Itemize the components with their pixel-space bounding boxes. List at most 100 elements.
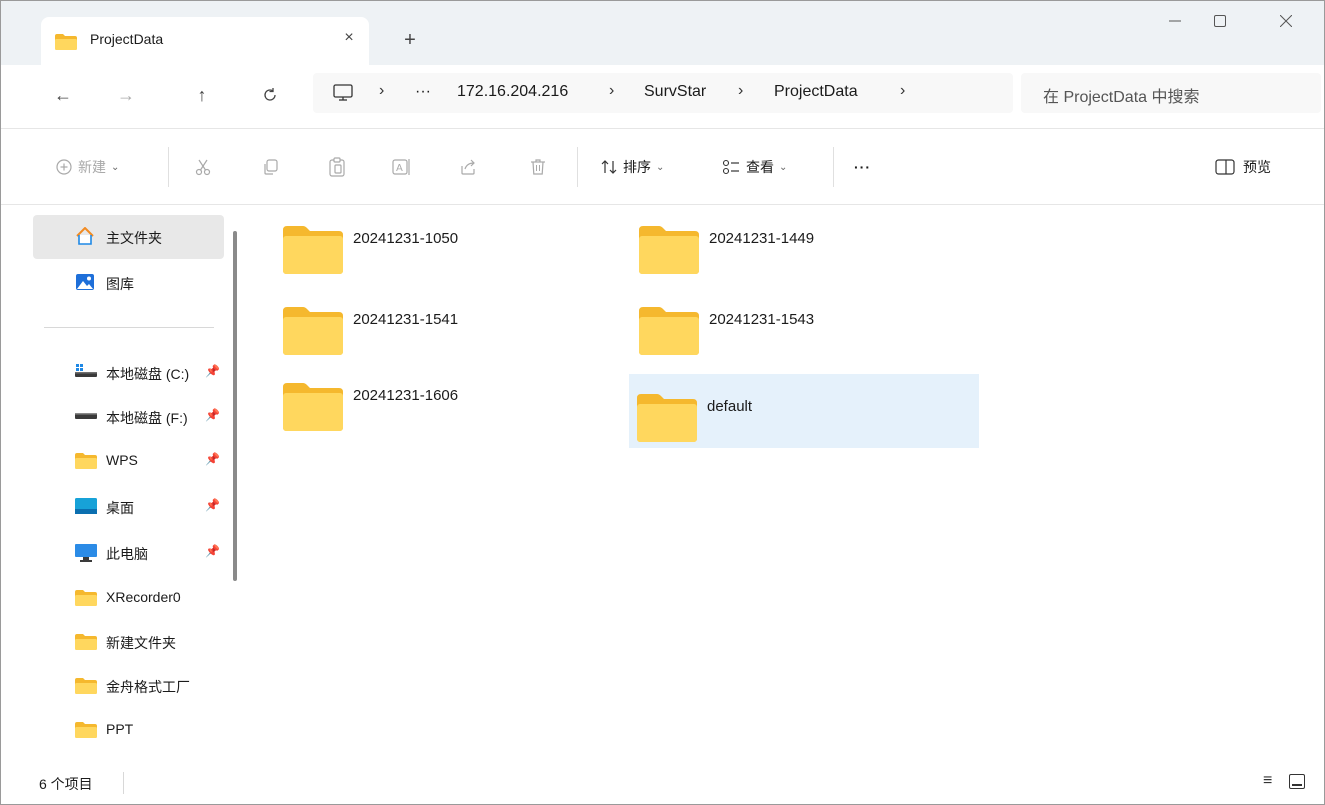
sidebar-item-drive-c[interactable]: 本地磁盘 (C:) 📌 (33, 351, 224, 395)
sidebar-scrollbar[interactable] (233, 231, 237, 581)
navigation-bar: ← → ↑ › ··· 172.16.204.216 › SurvStar › … (1, 65, 1324, 129)
navigation-pane: 主文件夹 图库 本地磁盘 (C:) 📌 本地磁盘 (F:) 📌 WPS 📌 桌面… (1, 206, 247, 766)
computer-icon (333, 84, 353, 101)
folder-item[interactable]: 20241231-1050 (247, 206, 597, 280)
command-divider (168, 147, 169, 187)
folder-name: 20241231-1050 (353, 230, 459, 247)
share-button[interactable] (459, 153, 477, 181)
sidebar-item-xrecorder0[interactable]: XRecorder0 (33, 576, 224, 620)
details-view-icon[interactable]: ≡ (1263, 772, 1272, 790)
paste-button[interactable] (328, 153, 346, 181)
view-icon (722, 159, 739, 175)
folder-item[interactable]: 20241231-1449 (603, 206, 953, 280)
folder-item-selected[interactable]: default (629, 374, 979, 448)
sidebar-item-label: 本地磁盘 (F:) (106, 410, 188, 426)
sort-icon (601, 160, 617, 174)
rename-button[interactable]: A (392, 153, 412, 181)
preview-label: 预览 (1243, 159, 1271, 175)
sidebar-item-label: 本地磁盘 (C:) (106, 366, 190, 382)
folder-icon (75, 678, 97, 694)
preview-pane-button[interactable]: 预览 (1215, 153, 1271, 181)
refresh-button[interactable] (254, 79, 286, 111)
search-input[interactable]: 在 ProjectData 中搜索 (1021, 73, 1321, 113)
folder-icon (75, 722, 97, 738)
folder-item[interactable]: 20241231-1543 (603, 287, 953, 361)
breadcrumb-host[interactable]: 172.16.204.216 (457, 83, 568, 101)
sidebar-item-desktop[interactable]: 桌面 📌 (33, 485, 224, 529)
refresh-icon (264, 88, 276, 101)
copy-icon (264, 159, 278, 175)
plus-circle-icon (56, 159, 72, 175)
folder-icon (75, 634, 97, 650)
scissors-icon (195, 159, 211, 176)
sidebar-item-wps[interactable]: WPS 📌 (33, 439, 224, 483)
desktop-icon (75, 498, 97, 514)
tab-projectdata[interactable]: ProjectData × (41, 17, 369, 65)
maximize-button[interactable] (1197, 11, 1243, 33)
folder-name: 20241231-1543 (709, 311, 815, 328)
pin-icon[interactable]: 📌 (205, 364, 220, 378)
breadcrumb-projectdata[interactable]: ProjectData (774, 83, 858, 101)
tiles-view-icon[interactable] (1289, 774, 1305, 789)
sidebar-item-label: WPS (106, 452, 138, 468)
preview-pane-icon (1215, 159, 1235, 175)
close-icon (1279, 14, 1293, 28)
sidebar-item-gallery[interactable]: 图库 (33, 261, 224, 305)
new-tab-button[interactable]: + (397, 27, 423, 53)
title-bar: ProjectData × + (1, 1, 1324, 65)
arrow-right-icon: → (117, 84, 135, 105)
folder-icon (75, 590, 97, 606)
sidebar-item-new-folder[interactable]: 新建文件夹 (33, 620, 224, 664)
sidebar-item-label: XRecorder0 (106, 589, 181, 605)
back-button[interactable]: ← (47, 79, 79, 111)
pin-icon[interactable]: 📌 (205, 544, 220, 558)
folder-item[interactable]: 20241231-1541 (247, 287, 597, 361)
up-button[interactable]: ↑ (186, 79, 218, 111)
breadcrumb-survstar[interactable]: SurvStar (644, 83, 706, 101)
more-options-button[interactable]: ··· (854, 153, 871, 181)
sidebar-item-home[interactable]: 主文件夹 (33, 215, 224, 259)
sidebar-item-label: 此电脑 (106, 546, 148, 562)
breadcrumb-separator[interactable]: › (379, 82, 384, 100)
pin-icon[interactable]: 📌 (205, 498, 220, 512)
pin-icon[interactable]: 📌 (205, 452, 220, 466)
item-count: 6 个项目 (39, 776, 93, 792)
computer-icon (75, 544, 97, 562)
breadcrumb-separator[interactable]: › (609, 82, 614, 100)
close-window-button[interactable] (1263, 11, 1309, 33)
delete-button[interactable] (529, 153, 547, 181)
clipboard-icon (329, 157, 345, 177)
view-button[interactable]: 查看 ⌄ (722, 153, 787, 181)
folder-name: default (707, 398, 753, 415)
search-placeholder: 在 ProjectData 中搜索 (1043, 89, 1200, 106)
copy-button[interactable] (262, 153, 280, 181)
sidebar-item-label: 主文件夹 (106, 230, 162, 246)
folder-icon (283, 383, 343, 431)
cut-button[interactable] (194, 153, 212, 181)
sidebar-item-ppt[interactable]: PPT (33, 708, 224, 752)
folder-icon (637, 394, 697, 442)
address-bar[interactable]: › ··· 172.16.204.216 › SurvStar › Projec… (313, 73, 1013, 113)
new-button[interactable]: 新建 ⌄ (56, 153, 119, 181)
folder-item[interactable]: 20241231-1606 (247, 363, 597, 437)
sidebar-item-drive-f[interactable]: 本地磁盘 (F:) 📌 (33, 395, 224, 439)
sidebar-item-label: PPT (106, 721, 134, 737)
pin-icon[interactable]: 📌 (205, 408, 220, 422)
close-tab-icon[interactable]: × (337, 26, 361, 50)
file-list: 20241231-1050 20241231-1449 20241231-154… (247, 206, 1324, 766)
sidebar-item-jinzhou[interactable]: 金舟格式工厂 (33, 664, 224, 708)
breadcrumb-separator[interactable]: › (738, 82, 743, 100)
sidebar-item-label: 图库 (106, 276, 134, 292)
maximize-icon (1214, 15, 1226, 27)
breadcrumb-separator[interactable]: › (900, 82, 905, 100)
folder-icon (639, 226, 699, 274)
breadcrumb-overflow[interactable]: ··· (415, 83, 431, 101)
drive-icon (75, 413, 97, 419)
sidebar-item-label: 桌面 (106, 500, 134, 516)
arrow-up-icon: ↑ (197, 84, 207, 105)
sidebar-item-this-pc[interactable]: 此电脑 📌 (33, 531, 224, 575)
sort-button[interactable]: 排序 ⌄ (600, 153, 664, 181)
minimize-button[interactable] (1152, 11, 1198, 33)
forward-button[interactable]: → (110, 79, 142, 111)
drive-icon (75, 364, 97, 377)
